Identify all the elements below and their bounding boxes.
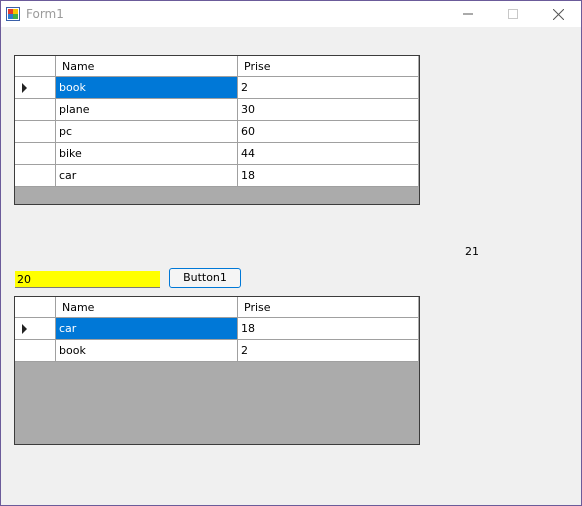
table-row[interactable]: pc 60 — [15, 120, 418, 143]
minimize-button[interactable] — [445, 1, 491, 27]
result-label: 21 — [465, 245, 479, 258]
current-row-icon — [22, 83, 27, 93]
grid-header-row: Name Prise — [15, 56, 418, 77]
data-grid-products[interactable]: Name Prise book 2 plane 30 pc 60 bike 44… — [14, 55, 420, 205]
cell-prise[interactable]: 30 — [237, 98, 418, 121]
cell-prise[interactable]: 18 — [237, 317, 418, 340]
cell-name[interactable]: car — [55, 164, 238, 187]
row-header[interactable] — [15, 164, 56, 187]
cell-prise[interactable]: 2 — [237, 76, 418, 99]
title-bar[interactable]: Form1 — [1, 1, 581, 27]
row-header[interactable] — [15, 317, 56, 340]
table-row[interactable]: book 2 — [15, 339, 418, 362]
maximize-icon — [508, 9, 518, 19]
cell-name[interactable]: pc — [55, 120, 238, 143]
cell-prise[interactable]: 18 — [237, 164, 418, 187]
close-button[interactable] — [535, 1, 581, 27]
app-icon — [6, 7, 20, 21]
table-row[interactable]: book 2 — [15, 76, 418, 99]
table-row[interactable]: car 18 — [15, 164, 418, 187]
row-header[interactable] — [15, 142, 56, 165]
cell-prise[interactable]: 60 — [237, 120, 418, 143]
cell-prise[interactable]: 2 — [237, 339, 418, 362]
table-row[interactable]: bike 44 — [15, 142, 418, 165]
minimize-icon — [463, 13, 473, 15]
current-row-icon — [22, 324, 27, 334]
grid-corner-header[interactable] — [15, 56, 56, 77]
cell-name[interactable]: plane — [55, 98, 238, 121]
column-header-prise[interactable]: Prise — [237, 56, 418, 77]
row-header[interactable] — [15, 120, 56, 143]
grid-header-row: Name Prise — [15, 297, 418, 318]
cell-name[interactable]: bike — [55, 142, 238, 165]
cell-name[interactable]: book — [55, 76, 238, 99]
row-header[interactable] — [15, 76, 56, 99]
form-window: Form1 Name Prise book 2 plane 30 pc 60 b… — [0, 0, 582, 506]
window-title: Form1 — [26, 7, 64, 21]
data-grid-filtered[interactable]: Name Prise car 18 book 2 — [14, 296, 420, 445]
button1[interactable]: Button1 — [169, 268, 241, 288]
table-row[interactable]: plane 30 — [15, 98, 418, 121]
maximize-button[interactable] — [490, 1, 536, 27]
close-icon — [552, 8, 564, 20]
column-header-prise[interactable]: Prise — [237, 297, 418, 318]
cell-name[interactable]: car — [55, 317, 238, 340]
row-header[interactable] — [15, 339, 56, 362]
column-header-name[interactable]: Name — [55, 297, 238, 318]
column-header-name[interactable]: Name — [55, 56, 238, 77]
row-header[interactable] — [15, 98, 56, 121]
table-row[interactable]: car 18 — [15, 317, 418, 340]
grid-corner-header[interactable] — [15, 297, 56, 318]
cell-name[interactable]: book — [55, 339, 238, 362]
value-textbox[interactable]: 20 — [15, 271, 160, 288]
cell-prise[interactable]: 44 — [237, 142, 418, 165]
